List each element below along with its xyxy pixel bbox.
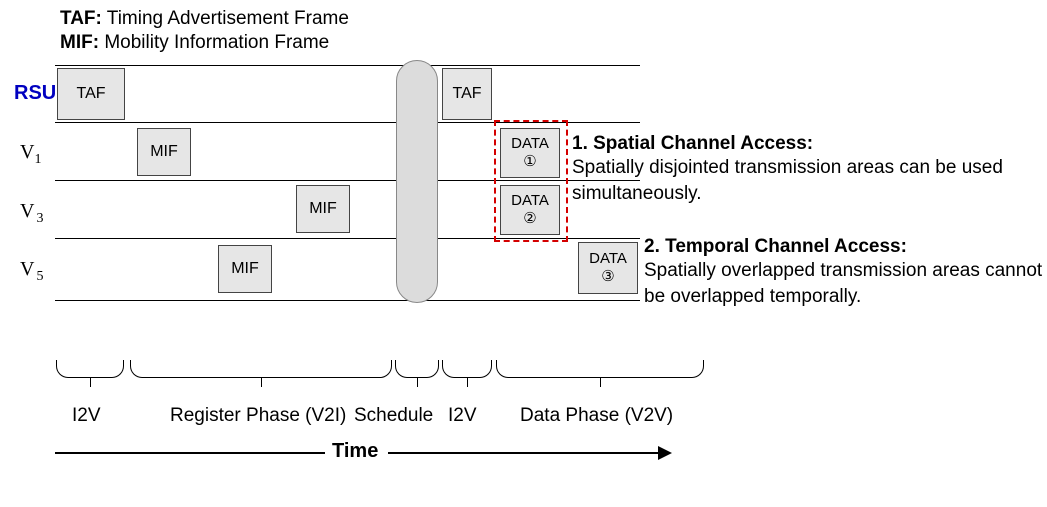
diagram-canvas: TAF: Timing Advertisement Frame MIF: Mob… <box>0 0 1047 507</box>
legend-mif: MIF: Mobility Information Frame <box>60 32 329 54</box>
brace-i2v-1 <box>56 360 124 378</box>
box-mif-v1: MIF <box>137 128 191 176</box>
row-label-v1: V1 <box>20 141 41 168</box>
annotation-temporal-body: Spatially overlapped transmission areas … <box>644 258 1044 309</box>
phase-i2v-1: I2V <box>72 405 101 427</box>
legend-taf-abbr: TAF: <box>60 8 102 29</box>
legend-taf-full: Timing Advertisement Frame <box>102 8 349 29</box>
annotation-spatial: 1. Spatial Channel Access: Spatially dis… <box>572 133 1042 206</box>
lane-bottom <box>55 300 640 301</box>
annotation-temporal: 2. Temporal Channel Access: Spatially ov… <box>644 236 1044 309</box>
row-label-v3: V3 <box>20 200 43 227</box>
time-axis-left <box>55 452 325 454</box>
legend-mif-abbr: MIF: <box>60 32 99 53</box>
time-axis-label: Time <box>332 440 378 463</box>
phase-register: Register Phase (V2I) <box>170 405 346 427</box>
legend-mif-full: Mobility Information Frame <box>99 32 329 53</box>
row-label-v5: V5 <box>20 258 43 285</box>
annotation-spatial-body: Spatially disjointed transmission areas … <box>572 155 1042 206</box>
spatial-group-outline <box>494 120 568 242</box>
time-axis-right <box>388 452 660 454</box>
arrow-right-icon <box>658 446 672 460</box>
legend-taf: TAF: Timing Advertisement Frame <box>60 8 349 30</box>
phase-i2v-2: I2V <box>448 405 477 427</box>
box-mif-v3: MIF <box>296 185 350 233</box>
row-label-rsu: RSU <box>14 82 56 105</box>
brace-register <box>130 360 392 378</box>
brace-data <box>496 360 704 378</box>
phase-schedule: Schedule <box>354 405 433 427</box>
box-taf-2: TAF <box>442 68 492 120</box>
box-mif-v5: MIF <box>218 245 272 293</box>
annotation-spatial-title: 1. Spatial Channel Access: <box>572 133 1042 155</box>
annotation-temporal-title: 2. Temporal Channel Access: <box>644 236 1044 258</box>
box-data-3: DATA ③ <box>578 242 638 294</box>
lane-top <box>55 65 640 66</box>
box-taf-1: TAF <box>57 68 125 120</box>
brace-schedule <box>395 360 439 378</box>
brace-i2v-2 <box>442 360 492 378</box>
phase-data: Data Phase (V2V) <box>520 405 673 427</box>
schedule-column <box>396 60 438 303</box>
